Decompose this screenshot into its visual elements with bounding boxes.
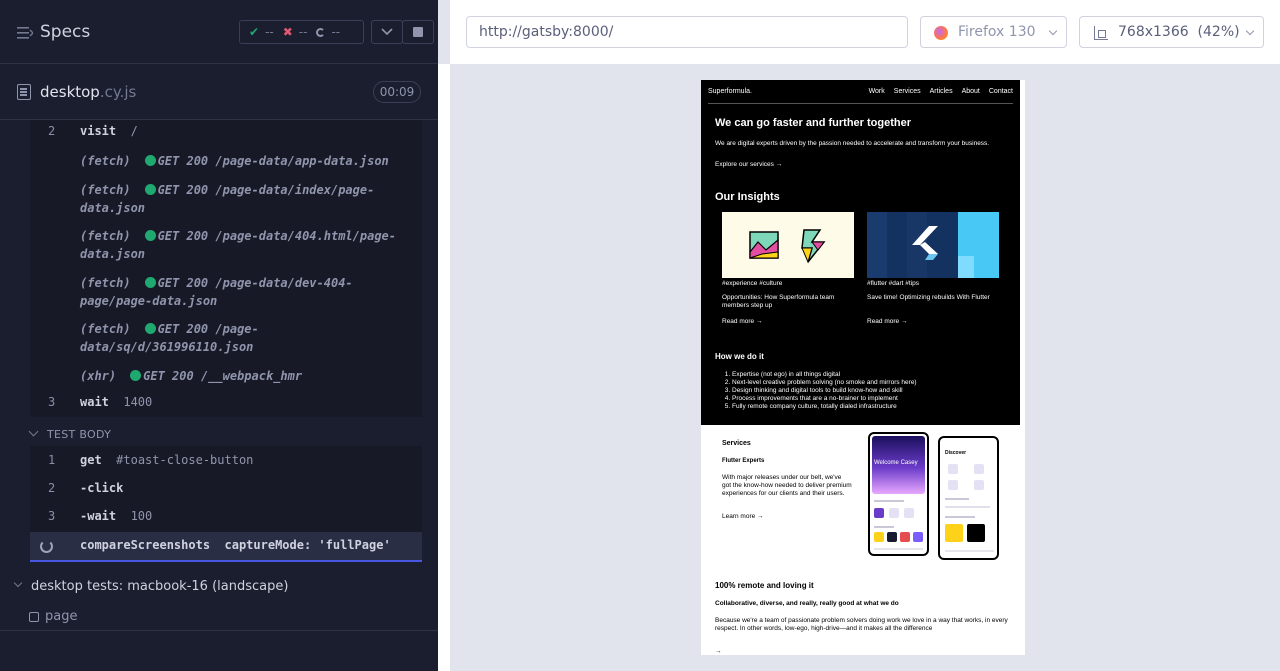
list-item: Fully remote company culture, totally di… (732, 403, 917, 411)
status-dot (144, 230, 156, 241)
check-icon: ✔ (249, 25, 260, 39)
command-row-active[interactable]: compareScreenshots captureMode: 'fullPag… (30, 532, 422, 562)
how-list: Expertise (not ego) in all things digita… (732, 371, 917, 411)
how-title: How we do it (715, 352, 764, 361)
command-log-panel: Specs ✔ -- ✖ -- -- desktop.cy.js 00:09 2… (0, 0, 438, 671)
pending-count: -- (316, 25, 340, 39)
services-subtitle: Flutter Experts (722, 458, 765, 464)
stop-icon (413, 27, 423, 37)
document-icon (17, 84, 31, 100)
card-read-more-link[interactable]: Read more → (867, 318, 907, 325)
card-tags: #flutter #dart #tips (867, 280, 920, 287)
toggle-auto-scroll-button[interactable] (371, 20, 403, 44)
phone-welcome-text: Welcome Casey (874, 460, 918, 466)
chevron-down-icon (381, 28, 393, 36)
nav-about[interactable]: About (962, 88, 980, 95)
card-title[interactable]: Save time! Optimizing rebuilds With Flut… (867, 294, 997, 302)
browser-toolbar: http://gatsby:8000/ Firefox 130 768x1366… (450, 0, 1280, 64)
card-read-more-link[interactable]: Read more → (722, 318, 762, 325)
stats-summary: ✔ -- ✖ -- -- (239, 20, 364, 44)
test-body-commands: 1 get #toast-close-button 2 -click 3 -wa… (30, 446, 422, 562)
remote-arrow-link[interactable]: → (715, 648, 722, 655)
remote-text: Because we're a team of passionate probl… (715, 617, 1008, 632)
divider (0, 630, 438, 631)
hero-title: We can go faster and further together (715, 117, 911, 129)
status-dot (144, 184, 156, 195)
test-body-header[interactable]: TEST BODY (28, 424, 422, 446)
x-icon: ✖ (282, 25, 293, 39)
status-dot (144, 323, 156, 334)
nav-contact[interactable]: Contact (989, 88, 1013, 95)
menu-icon[interactable] (17, 26, 33, 40)
test-row[interactable]: page (0, 604, 438, 630)
nav-articles[interactable]: Articles (930, 88, 953, 95)
chevron-down-icon (1245, 26, 1255, 36)
duration-badge: 00:09 (373, 81, 421, 103)
hero-text: We are digital experts driven by the pas… (715, 140, 990, 147)
viewport-selector[interactable]: 768x1366 (42%) (1079, 16, 1264, 48)
phone-mockup-discover: Discover (938, 436, 999, 560)
stop-button[interactable] (402, 20, 434, 44)
phone-discover-text: Discover (945, 450, 967, 456)
phone-mockup-welcome: Welcome Casey (868, 432, 929, 556)
flutter-logo-icon (867, 212, 999, 278)
suite-row[interactable]: desktop tests: macbook-16 (landscape) (0, 570, 438, 604)
explore-services-link[interactable]: Explore our services → (715, 161, 782, 168)
loading-spinner-icon (40, 540, 53, 553)
site-preview[interactable]: Superformula. Work Services Articles Abo… (701, 80, 1025, 655)
specs-header: Specs ✔ -- ✖ -- -- (0, 0, 438, 64)
spec-file-name: desktop.cy.js (40, 83, 137, 101)
site-logo[interactable]: Superformula. (708, 88, 752, 95)
card-tags: #experience #culture (722, 280, 783, 287)
services-text: With major releases under our belt, we'v… (722, 474, 852, 497)
status-dot (144, 155, 156, 166)
chevron-down-icon (1048, 26, 1058, 36)
status-dot (144, 277, 156, 288)
insights-title: Our Insights (715, 191, 780, 203)
list-item: Expertise (not ego) in all things digita… (732, 371, 917, 379)
failed-count: ✖ -- (282, 25, 308, 39)
passed-count: ✔ -- (249, 25, 274, 39)
list-item: Design thinking and digital tools to bui… (732, 387, 917, 395)
test-status-icon (29, 612, 39, 622)
insight-image-culture[interactable] (722, 212, 854, 278)
insight-image-flutter[interactable] (867, 212, 999, 278)
browser-selector[interactable]: Firefox 130 (920, 16, 1067, 48)
remote-subtitle: Collaborative, diverse, and really, real… (715, 600, 899, 607)
app-preview-panel: http://gatsby:8000/ Firefox 130 768x1366… (438, 0, 1280, 671)
before-commands: 2 visit / (fetch) GET 200 /page-data/app-… (30, 120, 422, 417)
url-input[interactable]: http://gatsby:8000/ (466, 16, 908, 48)
specs-title[interactable]: Specs (40, 22, 90, 42)
status-dot (130, 370, 142, 381)
divider (708, 103, 1013, 104)
nav-work[interactable]: Work (869, 88, 885, 95)
services-title: Services (722, 440, 751, 447)
firefox-icon (934, 26, 948, 40)
chevron-down-icon (28, 426, 39, 437)
illustration-icon (749, 229, 826, 264)
site-nav: Work Services Articles About Contact (869, 88, 1013, 95)
remote-title: 100% remote and loving it (715, 581, 814, 590)
chevron-down-icon (13, 578, 23, 588)
nav-services[interactable]: Services (894, 88, 921, 95)
learn-more-link[interactable]: Learn more → (722, 513, 764, 520)
panel-edge (438, 64, 450, 671)
site-hero: Superformula. Work Services Articles Abo… (701, 80, 1020, 425)
list-item: Next-level creative problem solving (no … (732, 379, 917, 387)
list-item: Process improvements that are a no-brain… (732, 395, 917, 403)
pending-icon (316, 27, 326, 37)
card-title[interactable]: Opportunities: How Superformula team mem… (722, 294, 852, 310)
viewport-icon (1094, 26, 1108, 40)
